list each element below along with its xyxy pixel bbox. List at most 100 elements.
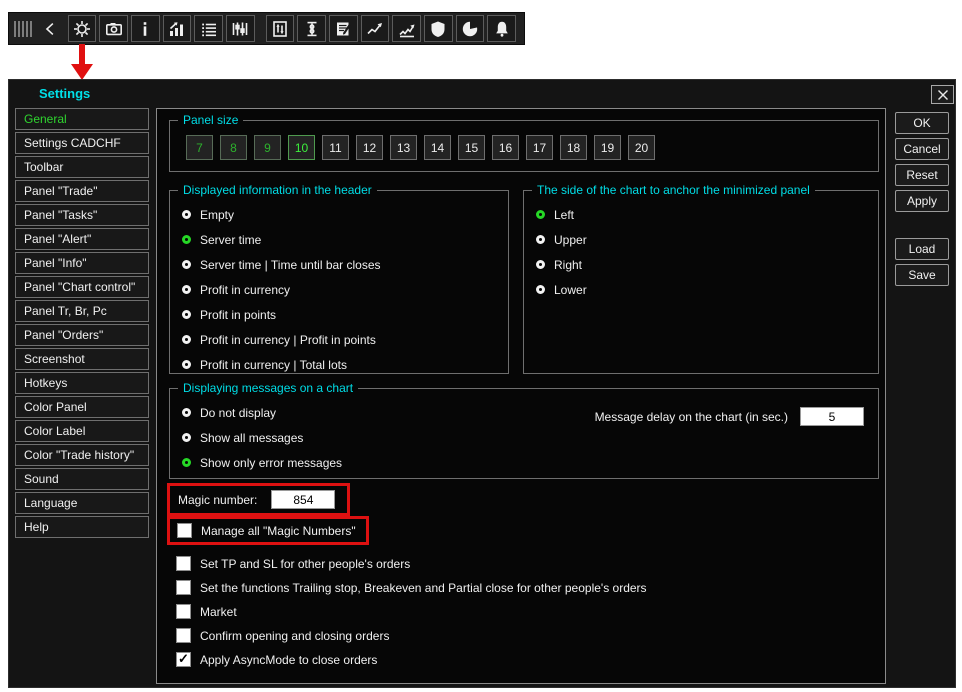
close-button[interactable] <box>931 85 954 104</box>
screenshot-camera-button[interactable] <box>99 15 129 42</box>
pie-chart-icon <box>462 20 479 36</box>
spread-column-button[interactable] <box>297 15 327 42</box>
load-button[interactable]: Load <box>895 238 949 260</box>
size-button-13[interactable]: 13 <box>390 135 417 160</box>
sidebar-item-language[interactable]: Language <box>15 492 149 514</box>
radio-profit-currency[interactable]: Profit in currency <box>182 282 508 297</box>
shield-icon <box>431 21 445 37</box>
size-button-15[interactable]: 15 <box>458 135 485 160</box>
sidebar-item-panel-trade[interactable]: Panel "Trade" <box>15 180 149 202</box>
message-delay-input[interactable] <box>800 407 864 426</box>
size-button-20[interactable]: 20 <box>628 135 655 160</box>
confirm-orders-checkbox[interactable] <box>176 628 191 643</box>
save-button[interactable]: Save <box>895 264 949 286</box>
sidebar-item-sound[interactable]: Sound <box>15 468 149 490</box>
sidebar-item-hotkeys[interactable]: Hotkeys <box>15 372 149 394</box>
manage-magic-numbers-highlight: Manage all "Magic Numbers" <box>167 516 369 545</box>
settings-sidebar: General Settings CADCHF Toolbar Panel "T… <box>15 108 149 540</box>
sidebar-item-panel-tr-br-pc[interactable]: Panel Tr, Br, Pc <box>15 300 149 322</box>
radio-anchor-upper[interactable]: Upper <box>536 232 878 247</box>
list-icon <box>201 23 216 36</box>
header-info-group: Displayed information in the header Empt… <box>169 183 509 374</box>
statistics-button[interactable] <box>162 15 192 42</box>
sidebar-item-color-trade-history[interactable]: Color "Trade history" <box>15 444 149 466</box>
radio-profit-points[interactable]: Profit in points <box>182 307 508 322</box>
radio-empty[interactable]: Empty <box>182 207 508 222</box>
async-mode-checkbox[interactable] <box>176 652 191 667</box>
drag-grip-handle[interactable] <box>14 20 32 37</box>
size-button-19[interactable]: 19 <box>594 135 621 160</box>
size-button-16[interactable]: 16 <box>492 135 519 160</box>
apply-button[interactable]: Apply <box>895 190 949 212</box>
sidebar-item-panel-orders[interactable]: Panel "Orders" <box>15 324 149 346</box>
cancel-button[interactable]: Cancel <box>895 138 949 160</box>
size-button-14[interactable]: 14 <box>424 135 451 160</box>
notes-edit-button[interactable] <box>329 15 358 42</box>
checkbox-row-async-mode: Apply AsyncMode to close orders <box>176 652 647 667</box>
radio-selected-icon <box>182 235 191 244</box>
manage-magic-numbers-checkbox[interactable] <box>177 523 192 538</box>
size-button-11[interactable]: 11 <box>322 135 349 160</box>
sidebar-item-panel-info[interactable]: Panel "Info" <box>15 252 149 274</box>
orders-list-button[interactable] <box>194 15 224 42</box>
info-button[interactable] <box>131 15 160 42</box>
radio-profit-currency-points[interactable]: Profit in currency | Profit in points <box>182 332 508 347</box>
panel-toolbar <box>8 12 525 45</box>
radio-icon <box>182 210 191 219</box>
sidebar-item-color-label[interactable]: Color Label <box>15 420 149 442</box>
panel-size-legend: Panel size <box>183 113 239 127</box>
sessions-button[interactable] <box>455 15 485 42</box>
sidebar-item-panel-chart-control[interactable]: Panel "Chart control" <box>15 276 149 298</box>
gear-icon <box>74 20 91 37</box>
radio-selected-icon <box>536 210 545 219</box>
sidebar-item-screenshot[interactable]: Screenshot <box>15 348 149 370</box>
sidebar-item-panel-tasks[interactable]: Panel "Tasks" <box>15 204 149 226</box>
message-delay-label: Message delay on the chart (in sec.) <box>594 409 788 424</box>
size-button-8[interactable]: 8 <box>220 135 247 160</box>
radio-server-time-bar-close[interactable]: Server time | Time until bar closes <box>182 257 508 272</box>
options-checkbox-list: Set TP and SL for other people's orders … <box>176 556 647 676</box>
radio-icon <box>536 285 545 294</box>
collapse-chevron-icon[interactable] <box>42 20 60 38</box>
sidebar-item-panel-alert[interactable]: Panel "Alert" <box>15 228 149 250</box>
radio-show-only-errors[interactable]: Show only error messages <box>182 455 878 470</box>
protection-button[interactable] <box>424 15 453 42</box>
size-button-10[interactable]: 10 <box>288 135 315 160</box>
reset-button[interactable]: Reset <box>895 164 949 186</box>
sidebar-item-general[interactable]: General <box>15 108 149 130</box>
radio-anchor-left[interactable]: Left <box>536 207 878 222</box>
transfer-orders-button[interactable] <box>265 15 295 42</box>
candles-settings-button[interactable] <box>226 15 255 42</box>
annotation-arrow <box>71 44 93 80</box>
size-button-18[interactable]: 18 <box>560 135 587 160</box>
size-button-12[interactable]: 12 <box>356 135 383 160</box>
messages-group: Displaying messages on a chart Do not di… <box>169 381 879 479</box>
radio-server-time[interactable]: Server time <box>182 232 508 247</box>
info-icon <box>144 21 147 36</box>
radio-icon <box>182 360 191 369</box>
sidebar-item-settings-cadchf[interactable]: Settings CADCHF <box>15 132 149 154</box>
size-button-9[interactable]: 9 <box>254 135 281 160</box>
radio-profit-currency-lots[interactable]: Profit in currency | Total lots <box>182 357 508 372</box>
radio-show-all-messages[interactable]: Show all messages <box>182 430 878 445</box>
trend-analysis-button[interactable] <box>392 15 422 42</box>
settings-gear-button[interactable] <box>67 15 97 42</box>
size-button-17[interactable]: 17 <box>526 135 553 160</box>
sidebar-item-help[interactable]: Help <box>15 516 149 538</box>
bar-chart-icon <box>170 21 184 36</box>
radio-icon <box>182 335 191 344</box>
sidebar-item-color-panel[interactable]: Color Panel <box>15 396 149 418</box>
sidebar-item-toolbar[interactable]: Toolbar <box>15 156 149 178</box>
market-checkbox[interactable] <box>176 604 191 619</box>
magic-number-label: Magic number: <box>178 492 258 507</box>
size-button-7[interactable]: 7 <box>186 135 213 160</box>
trailing-functions-checkbox[interactable] <box>176 580 191 595</box>
radio-anchor-right[interactable]: Right <box>536 257 878 272</box>
checkbox-row-confirm-orders: Confirm opening and closing orders <box>176 628 647 643</box>
ok-button[interactable]: OK <box>895 112 949 134</box>
set-tp-sl-checkbox[interactable] <box>176 556 191 571</box>
alerts-button[interactable] <box>487 15 517 42</box>
magic-number-input[interactable] <box>271 490 336 509</box>
radio-anchor-lower[interactable]: Lower <box>536 282 878 297</box>
trend-line-button[interactable] <box>360 15 390 42</box>
